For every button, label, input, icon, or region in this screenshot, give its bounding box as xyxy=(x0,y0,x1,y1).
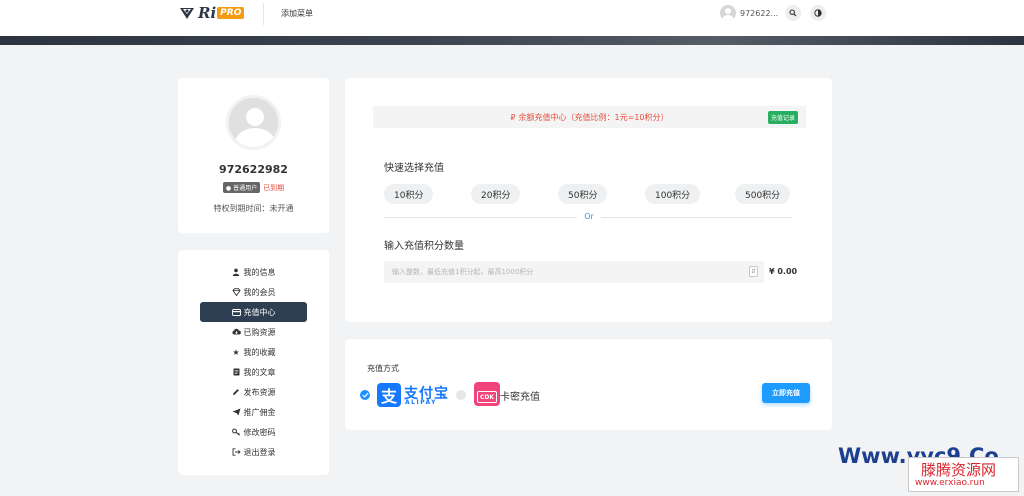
sidebar-item-my-articles[interactable]: 我的文章 xyxy=(200,362,307,382)
header-divider xyxy=(263,3,264,25)
sidebar-item-publish[interactable]: 发布资源 xyxy=(200,382,307,402)
sidebar-item-label: 已购资源 xyxy=(243,327,276,337)
sidebar-item-label: 我的文章 xyxy=(243,367,276,377)
checkmark-icon xyxy=(361,392,369,398)
payment-method-label: 充值方式 xyxy=(367,364,399,373)
payment-method-card: 充值方式 支 支付宝 ALIPAY CDK 卡密充值 立即充值 xyxy=(345,339,832,430)
preset-10-button[interactable]: 10积分 xyxy=(384,184,434,204)
or-divider-label: Or xyxy=(577,212,601,221)
logo-text: Ri xyxy=(198,4,217,22)
avatar xyxy=(720,5,736,21)
user-icon: ● xyxy=(225,185,232,192)
sidebar-item-label: 充值中心 xyxy=(243,307,276,317)
amount-stepper[interactable]: ⇵ xyxy=(749,266,758,277)
half-moon-icon xyxy=(814,9,822,17)
search-button[interactable] xyxy=(785,5,801,21)
sidebar-item-change-password[interactable]: 修改密码 xyxy=(200,422,307,442)
watermark-box: 滕腾资源网 www.erxiao.run xyxy=(908,457,1019,492)
star-icon: ★ xyxy=(232,347,240,357)
paper-plane-icon xyxy=(232,408,241,417)
preset-500-button[interactable]: 500积分 xyxy=(735,184,791,204)
profile-username: 972622982 xyxy=(219,163,288,176)
pencil-icon xyxy=(232,388,241,397)
sidebar-item-favorites[interactable]: ★ 我的收藏 xyxy=(200,342,307,362)
vip-expiry-text: 特权到期时间：未开通 xyxy=(213,204,294,213)
top-header: Ri PRO 添加菜单 972622... xyxy=(0,0,1024,36)
recharge-records-button[interactable]: 充值记录 xyxy=(767,111,798,124)
key-icon xyxy=(231,428,241,437)
sidebar-item-commission[interactable]: 推广佣金 xyxy=(200,402,307,422)
user-name: 972622... xyxy=(740,8,779,18)
user-icon xyxy=(232,268,241,277)
document-icon xyxy=(232,368,241,377)
profile-card: 972622982 ● 普通用户 已到期 特权到期时间：未开通 xyxy=(178,78,329,233)
sidebar-item-label: 我的会员 xyxy=(243,287,276,297)
card-code-radio[interactable] xyxy=(456,390,466,400)
watermark-chinese: 滕腾资源网 xyxy=(921,461,997,479)
sidebar-item-logout[interactable]: 退出登录 xyxy=(200,442,307,462)
sidebar-item-label: 我的信息 xyxy=(243,267,276,277)
site-logo[interactable]: Ri PRO xyxy=(178,4,245,22)
alipay-logo-icon[interactable]: 支 xyxy=(377,383,401,407)
custom-amount-label: 输入充值积分数量 xyxy=(384,241,464,252)
preset-100-button[interactable]: 100积分 xyxy=(645,184,701,204)
recharge-card: ₽ 余额充值中心（充值比例：1元=10积分） 充值记录 快速选择充值 10积分 … xyxy=(345,78,832,322)
user-level-label: 普通用户 xyxy=(233,185,258,192)
ruble-coin-icon: ₽ xyxy=(510,112,516,122)
profile-avatar xyxy=(226,95,281,150)
quick-select-label: 快速选择充值 xyxy=(384,163,444,174)
logo-diamond-icon xyxy=(180,8,194,19)
user-menu[interactable]: 972622... xyxy=(720,5,778,21)
hero-banner-strip xyxy=(0,36,1024,45)
sidebar-item-my-membership[interactable]: 我的会员 xyxy=(200,282,307,302)
sidebar-item-purchased[interactable]: 已购资源 xyxy=(200,322,307,342)
theme-toggle-button[interactable] xyxy=(810,5,826,21)
alipay-radio[interactable] xyxy=(360,390,370,400)
sidebar-item-label: 退出登录 xyxy=(243,447,276,457)
credit-card-icon xyxy=(231,308,241,317)
sidebar-item-my-info[interactable]: 我的信息 xyxy=(200,262,307,282)
card-code-label[interactable]: 卡密充值 xyxy=(500,388,540,403)
sidebar-item-label: 推广佣金 xyxy=(243,407,276,417)
sidebar-item-label: 我的收藏 xyxy=(243,347,276,357)
cloud-download-icon xyxy=(231,328,241,337)
cdk-badge: CDK xyxy=(477,391,497,403)
sidebar-menu: 我的信息 我的会员 充值中心 已购资源 ★ 我的收藏 我的文章 发布资源 推广佣… xyxy=(178,250,329,475)
sign-out-icon xyxy=(232,448,241,457)
user-level-badge: ● 普通用户 xyxy=(222,182,261,193)
preset-50-button[interactable]: 50积分 xyxy=(558,184,608,204)
diamond-icon xyxy=(231,288,241,297)
alipay-english-label: ALIPAY xyxy=(405,399,437,406)
search-icon xyxy=(789,9,797,17)
logo-pro-badge: PRO xyxy=(217,7,245,19)
nav-add-menu-link[interactable]: 添加菜单 xyxy=(281,8,313,19)
pay-now-button[interactable]: 立即充值 xyxy=(762,383,810,403)
sidebar-item-recharge-center[interactable]: 充值中心 xyxy=(200,302,307,322)
cdk-card-icon[interactable]: CDK xyxy=(474,382,500,406)
watermark-url: www.erxiao.run xyxy=(915,478,985,488)
recharge-notice-text: 余额充值中心（充值比例：1元=10积分） xyxy=(518,112,669,122)
sidebar-item-label: 发布资源 xyxy=(243,387,276,397)
sidebar-item-label: 修改密码 xyxy=(243,427,276,437)
preset-20-button[interactable]: 20积分 xyxy=(471,184,521,204)
recharge-notice: ₽ 余额充值中心（充值比例：1元=10积分） 充值记录 xyxy=(373,106,806,128)
status-badge: 已到期 xyxy=(263,183,285,192)
profile-badges: ● 普通用户 已到期 xyxy=(178,182,329,193)
price-total: ¥ 0.00 xyxy=(769,267,798,276)
custom-amount-input[interactable] xyxy=(384,261,764,283)
